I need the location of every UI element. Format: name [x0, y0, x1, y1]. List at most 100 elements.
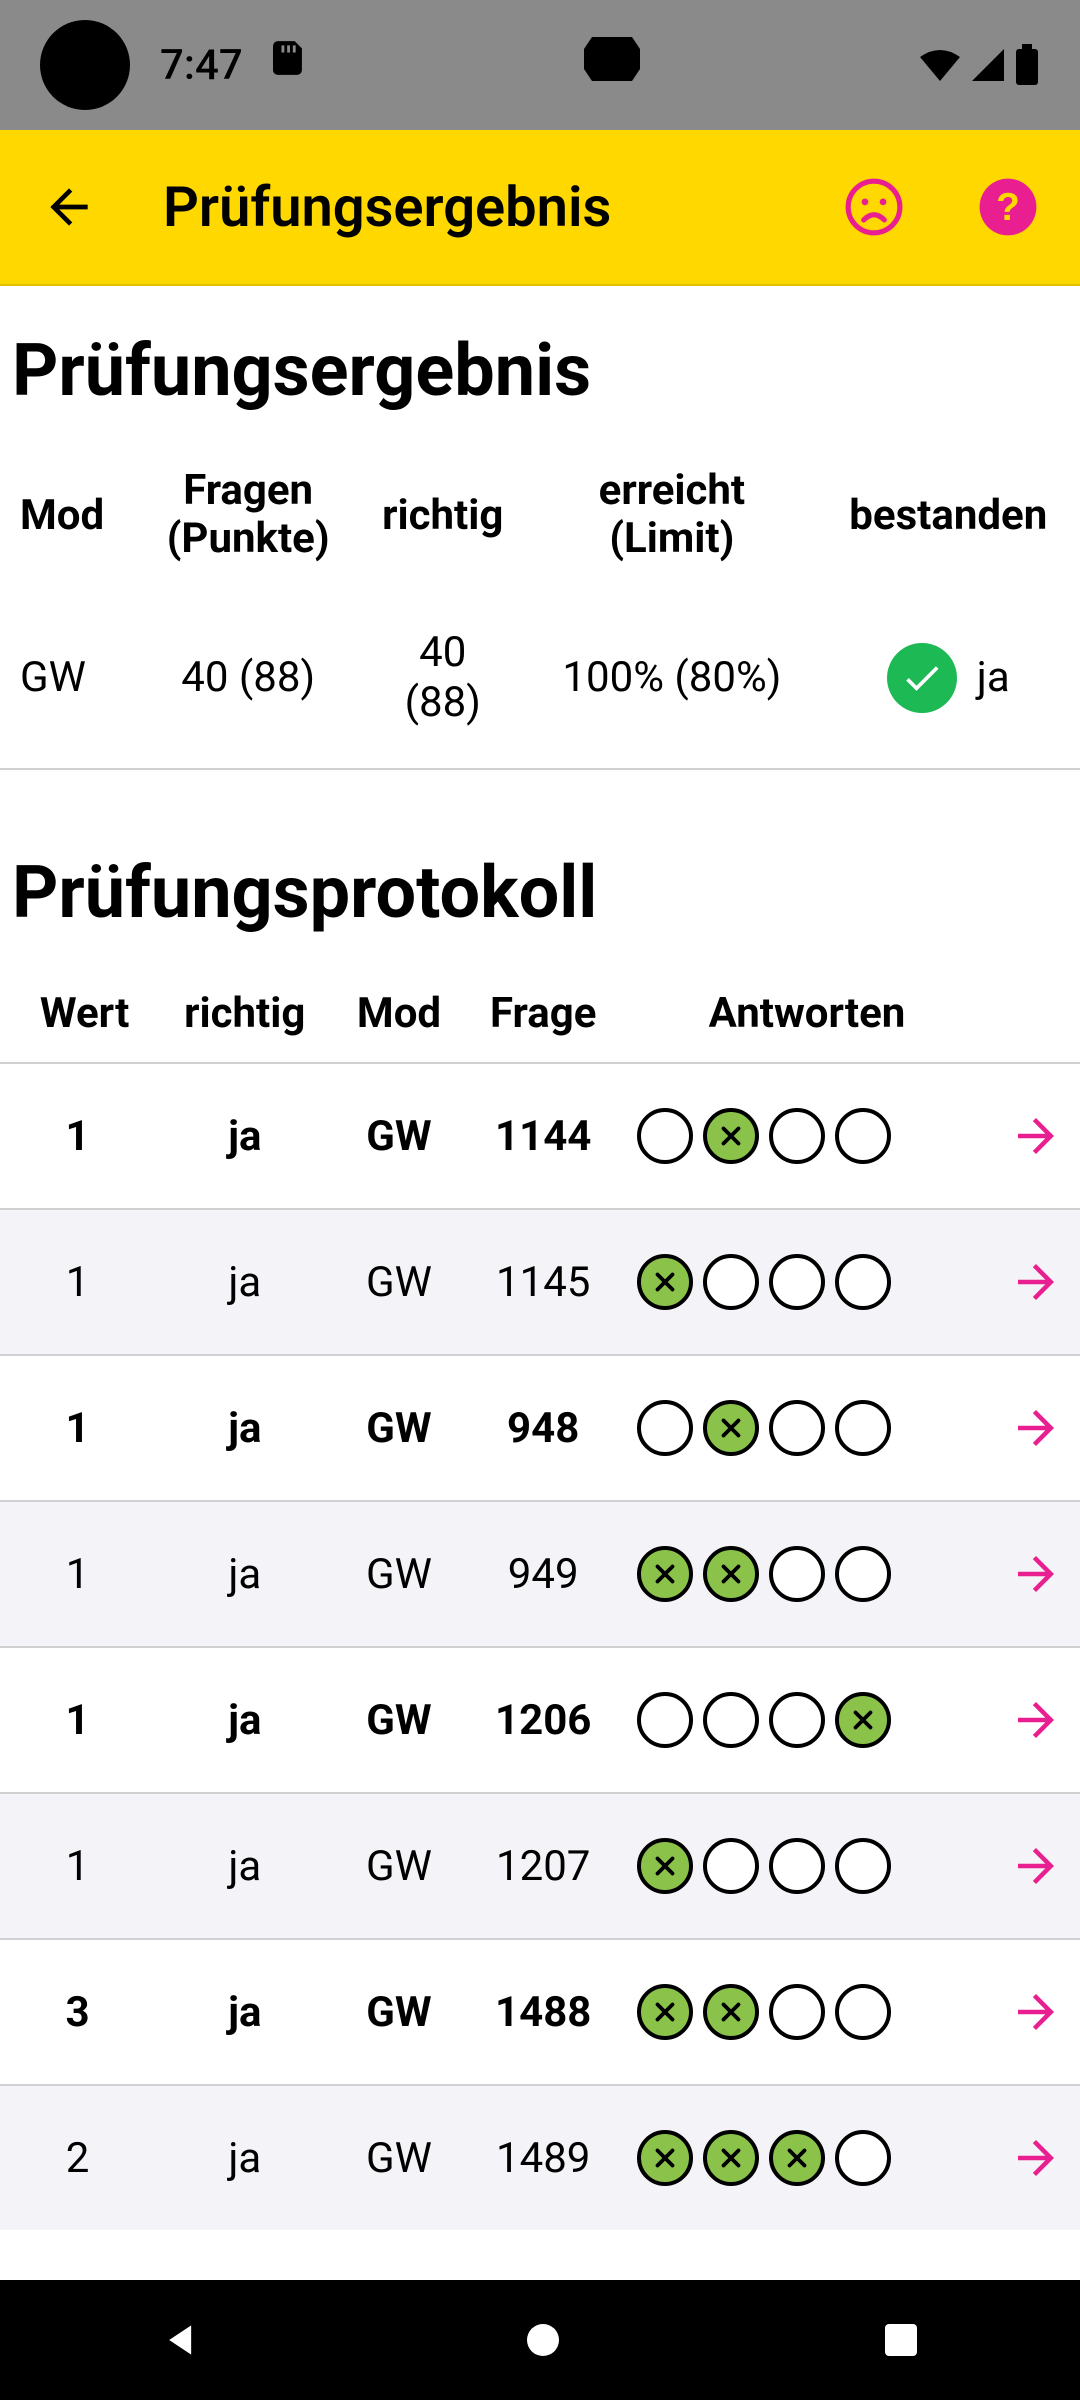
protocol-row[interactable]: 1jaGW1206 — [0, 1647, 1080, 1793]
protocol-richtig: ja — [155, 1063, 334, 1209]
content-area[interactable]: Prüfungsergebnis Mod Fragen (Punkte) ric… — [0, 286, 1080, 2280]
answer-dot — [769, 1254, 825, 1310]
answer-dot — [835, 1400, 891, 1456]
battery-icon — [1014, 44, 1040, 86]
answer-dot — [703, 1254, 759, 1310]
protocol-open-arrow[interactable] — [991, 1063, 1080, 1209]
answer-dot-selected — [703, 1400, 759, 1456]
summary-bestanden: ja — [817, 588, 1080, 770]
protocol-row[interactable]: 2jaGW1489 — [0, 2085, 1080, 2230]
protocol-mod: GW — [334, 1063, 463, 1209]
protocol-row[interactable]: 1jaGW1145 — [0, 1209, 1080, 1355]
answer-dot-selected — [703, 1546, 759, 1602]
page-title: Prüfungsergebnis — [0, 286, 1080, 443]
protocol-frage: 948 — [464, 1355, 623, 1501]
answer-dot — [703, 1692, 759, 1748]
answer-dot — [835, 2130, 891, 2186]
protocol-richtig: ja — [155, 1939, 334, 2085]
protocol-mod: GW — [334, 1793, 463, 1939]
help-button[interactable]: ? — [971, 170, 1045, 244]
summary-richtig-l2: (88) — [405, 678, 481, 728]
answer-dot — [769, 1108, 825, 1164]
answer-dot — [835, 1108, 891, 1164]
summary-fragen: 40 (88) — [138, 588, 358, 770]
protocol-open-arrow[interactable] — [991, 1939, 1080, 2085]
protocol-open-arrow[interactable] — [991, 1209, 1080, 1355]
protocol-wert: 1 — [0, 1793, 155, 1939]
summary-col-mod: Mod — [0, 443, 138, 588]
protocol-col-frage: Frage — [464, 965, 623, 1063]
app-bar-title: Prüfungsergebnis — [163, 174, 611, 240]
answer-dot — [637, 1400, 693, 1456]
protocol-mod: GW — [334, 1501, 463, 1647]
protocol-mod: GW — [334, 1647, 463, 1793]
protocol-col-richtig: richtig — [155, 965, 334, 1063]
answer-dot — [637, 1692, 693, 1748]
protocol-answers — [623, 1647, 991, 1793]
protocol-row[interactable]: 3jaGW1488 — [0, 1939, 1080, 2085]
protocol-open-arrow[interactable] — [991, 2085, 1080, 2230]
protocol-row[interactable]: 1jaGW1144 — [0, 1063, 1080, 1209]
protocol-open-arrow[interactable] — [991, 1793, 1080, 1939]
summary-table: Mod Fragen (Punkte) richtig erreicht (Li… — [0, 443, 1080, 770]
summary-col-erreicht-l2: (Limit) — [609, 515, 734, 563]
protocol-mod: GW — [334, 1355, 463, 1501]
answer-dot — [769, 1400, 825, 1456]
system-nav-bar — [0, 2280, 1080, 2400]
answer-dot — [835, 1254, 891, 1310]
summary-richtig: 40 (88) — [358, 588, 527, 770]
status-right — [918, 44, 1040, 86]
answer-dot — [637, 1108, 693, 1164]
protocol-frage: 1144 — [464, 1063, 623, 1209]
protocol-richtig: ja — [155, 1793, 334, 1939]
answer-dot-selected — [769, 2130, 825, 2186]
protocol-open-arrow[interactable] — [991, 1501, 1080, 1647]
summary-col-bestanden: bestanden — [817, 443, 1080, 588]
wifi-icon — [918, 47, 962, 83]
protocol-frage: 1145 — [464, 1209, 623, 1355]
protocol-row[interactable]: 1jaGW949 — [0, 1501, 1080, 1647]
signal-icon — [970, 47, 1006, 83]
nav-back-button[interactable] — [154, 2312, 210, 2368]
answer-dot — [835, 1546, 891, 1602]
protocol-row[interactable]: 1jaGW1207 — [0, 1793, 1080, 1939]
answer-dot-selected — [703, 1984, 759, 2040]
protocol-row[interactable]: 1jaGW948 — [0, 1355, 1080, 1501]
summary-erreicht: 100% (80%) — [527, 588, 816, 770]
answer-dot — [769, 1692, 825, 1748]
answer-dot-selected — [637, 1254, 693, 1310]
check-circle-icon — [887, 643, 957, 713]
protocol-mod: GW — [334, 2085, 463, 2230]
protocol-richtig: ja — [155, 1209, 334, 1355]
protocol-answers — [623, 2085, 991, 2230]
protocol-open-arrow[interactable] — [991, 1355, 1080, 1501]
back-button[interactable] — [35, 173, 103, 241]
summary-row: GW 40 (88) 40 (88) 100% (80%) — [0, 588, 1080, 770]
status-left: 7:47 — [40, 20, 307, 110]
answer-dot — [769, 1546, 825, 1602]
protocol-wert: 1 — [0, 1063, 155, 1209]
answer-dot — [769, 1838, 825, 1894]
nav-recents-button[interactable] — [876, 2315, 926, 2365]
summary-col-fragen-l1: Fragen — [183, 467, 313, 515]
answer-dot-selected — [637, 2130, 693, 2186]
protocol-wert: 1 — [0, 1209, 155, 1355]
answer-dot — [703, 1838, 759, 1894]
protocol-wert: 1 — [0, 1647, 155, 1793]
svg-text:?: ? — [996, 186, 1020, 229]
protocol-answers — [623, 1063, 991, 1209]
app-bar: Prüfungsergebnis ? — [0, 130, 1080, 286]
nav-home-button[interactable] — [517, 2314, 569, 2366]
protocol-col-wert: Wert — [0, 965, 155, 1063]
protocol-wert: 1 — [0, 1355, 155, 1501]
sad-face-button[interactable] — [837, 170, 911, 244]
protocol-frage: 1489 — [464, 2085, 623, 2230]
protocol-open-arrow[interactable] — [991, 1647, 1080, 1793]
status-avatar — [40, 20, 130, 110]
protocol-mod: GW — [334, 1209, 463, 1355]
protocol-wert: 2 — [0, 2085, 155, 2230]
protocol-answers — [623, 1209, 991, 1355]
protocol-col-action — [991, 965, 1080, 1063]
answer-dot — [835, 1838, 891, 1894]
protocol-richtig: ja — [155, 2085, 334, 2230]
